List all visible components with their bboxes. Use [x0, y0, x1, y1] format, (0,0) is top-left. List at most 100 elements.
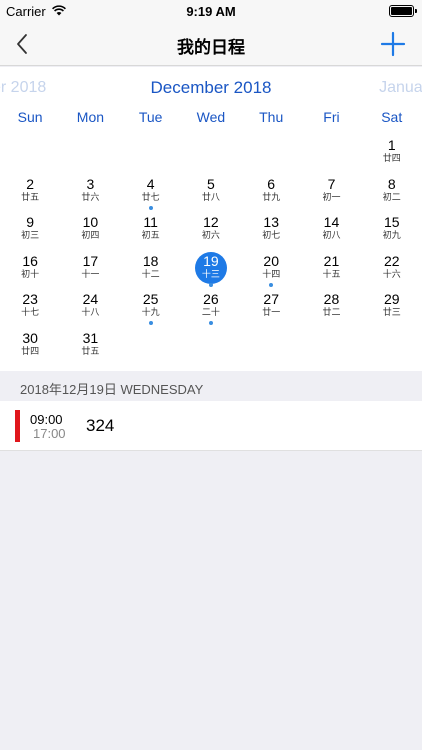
weekday-header: Sun Mon Tue Wed Thu Fri Sat — [0, 109, 422, 133]
day-cell[interactable]: 23 十七 — [0, 287, 60, 326]
day-cell[interactable]: 18 十二 — [121, 249, 181, 288]
day-cell[interactable]: 25 十九 — [121, 287, 181, 326]
day-number: 24 — [82, 291, 99, 307]
weekday-label: Wed — [196, 109, 226, 125]
day-cell[interactable]: 12 初六 — [181, 210, 241, 249]
day-number: 16 — [22, 252, 38, 269]
lunar-date: 初五 — [141, 230, 160, 240]
lunar-date: 初四 — [81, 230, 100, 240]
day-cell[interactable]: 13 初七 — [241, 210, 301, 249]
event-indicator-dot — [208, 282, 213, 287]
day-cell[interactable]: 14 初八 — [301, 210, 361, 249]
lunar-date: 初七 — [262, 230, 281, 240]
empty-day-cell — [121, 133, 181, 172]
event-title: 324 — [86, 416, 115, 435]
empty-day-cell — [60, 133, 120, 172]
lunar-date: 十三 — [201, 268, 220, 279]
event-indicator-dot — [148, 321, 153, 325]
lunar-date: 廿一 — [262, 307, 281, 317]
day-number: 11 — [143, 214, 158, 230]
next-month-label[interactable]: Januar — [379, 79, 422, 97]
day-cell[interactable]: 2 廿五 — [0, 172, 60, 211]
day-cell[interactable]: 17 十一 — [60, 249, 120, 288]
day-cell[interactable]: 22 十六 — [362, 249, 422, 288]
day-number: 8 — [387, 175, 396, 192]
day-number: 1 — [387, 137, 396, 153]
day-cell[interactable]: 10 初四 — [60, 210, 120, 249]
empty-day-cell — [301, 133, 361, 172]
day-cell[interactable]: 27 廿一 — [241, 287, 301, 326]
event-row[interactable]: 09:00 17:00 324 — [0, 401, 422, 451]
event-indicator-dot — [269, 282, 274, 287]
event-indicator-dot — [148, 205, 153, 210]
day-number: 9 — [26, 214, 35, 230]
day-cell[interactable]: 24 十八 — [60, 287, 120, 326]
lunar-date: 初十 — [21, 268, 40, 279]
page-title: 我的日程 — [177, 38, 245, 57]
day-cell[interactable]: 7 初一 — [301, 172, 361, 211]
calendar-grid: 1 廿四 2 廿五 3 廿六 4 廿七 5 廿八 6 廿九 7 初一 8 初二 9 初三 10 初四 11 初五 12 初六 1… — [0, 133, 422, 364]
lunar-date: 十一 — [81, 268, 100, 279]
day-number: 26 — [203, 291, 219, 307]
day-number: 25 — [142, 291, 159, 307]
weekday-label: Sat — [381, 109, 403, 125]
day-cell[interactable]: 28 廿二 — [301, 287, 361, 326]
lunar-date: 廿四 — [21, 345, 40, 356]
lunar-date: 二十 — [201, 307, 220, 317]
lunar-date: 十九 — [141, 307, 160, 317]
calendar: er 2018 December 2018 Januar Sun Mon Tue We… — [0, 67, 422, 371]
lunar-date: 十二 — [141, 268, 160, 279]
day-cell[interactable]: 9 初三 — [0, 210, 60, 249]
day-cell[interactable]: 11 初五 — [121, 210, 181, 249]
day-cell[interactable]: 16 初十 — [0, 249, 60, 288]
day-number: 27 — [263, 291, 279, 307]
day-cell[interactable]: 5 廿八 — [181, 172, 241, 211]
empty-day-cell — [181, 133, 241, 172]
day-cell[interactable]: 29 廿三 — [362, 287, 422, 326]
navigation-bar: 我的日程 — [0, 22, 422, 66]
day-number: 7 — [327, 175, 336, 192]
lunar-date: 初二 — [382, 191, 401, 202]
day-number: 6 — [267, 175, 276, 192]
lunar-date: 初八 — [322, 230, 341, 240]
status-time: 9:19 AM — [186, 4, 236, 19]
lunar-date: 十七 — [21, 307, 40, 317]
day-number: 23 — [22, 291, 38, 307]
weekday-label: Thu — [259, 109, 284, 125]
lunar-date: 十四 — [262, 268, 281, 279]
event-indicator-dot — [208, 321, 213, 325]
lunar-date: 初九 — [382, 230, 401, 240]
day-cell[interactable]: 15 初九 — [362, 210, 422, 249]
day-number: 30 — [22, 329, 38, 346]
day-cell[interactable]: 26 二十 — [181, 287, 241, 326]
battery-icon — [389, 5, 417, 17]
day-cell[interactable]: 4 廿七 — [121, 172, 181, 211]
day-cell[interactable]: 19 十三 — [181, 249, 241, 288]
day-cell[interactable]: 8 初二 — [362, 172, 422, 211]
day-cell[interactable]: 3 廿六 — [60, 172, 120, 211]
day-cell[interactable]: 20 十四 — [241, 249, 301, 288]
lunar-date: 廿四 — [382, 153, 401, 163]
day-cell[interactable]: 31 廿五 — [60, 326, 120, 365]
weekday-label: Fri — [323, 109, 340, 125]
day-number: 21 — [323, 252, 340, 269]
weekday-label: Tue — [138, 109, 163, 125]
event-color-bar — [15, 410, 20, 442]
day-number: 17 — [82, 252, 99, 269]
event-start-time: 09:00 — [30, 412, 63, 427]
day-number: 13 — [263, 214, 279, 230]
selected-date-header: 2018年12月19日 WEDNESDAY — [0, 371, 422, 401]
lunar-date: 廿八 — [201, 191, 220, 202]
day-cell[interactable]: 1 廿四 — [362, 133, 422, 172]
lunar-date: 廿七 — [141, 191, 160, 202]
day-cell[interactable]: 6 廿九 — [241, 172, 301, 211]
add-button[interactable] — [380, 31, 406, 57]
day-cell[interactable]: 30 廿四 — [0, 326, 60, 365]
lunar-date: 廿五 — [81, 345, 100, 356]
lunar-date: 初六 — [201, 230, 220, 240]
day-cell[interactable]: 21 十五 — [301, 249, 361, 288]
status-bar: Carrier 9:19 AM — [0, 0, 422, 22]
day-number: 28 — [323, 291, 340, 307]
lunar-date: 廿三 — [382, 307, 401, 317]
empty-day-cell — [0, 133, 60, 172]
